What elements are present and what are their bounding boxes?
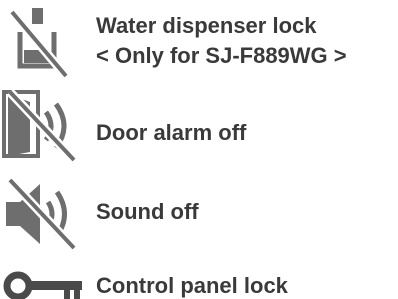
sound-off-icon xyxy=(6,176,78,252)
water-dispenser-lock-icon xyxy=(8,8,70,79)
door-alarm-off-label: Door alarm off xyxy=(96,120,247,145)
legend-item-control-panel-lock: Control panel lock xyxy=(0,262,398,299)
water-dispenser-lock-label: Water dispenser lock xyxy=(96,13,317,38)
legend-item-door-alarm-off: Door alarm off xyxy=(0,88,398,168)
legend-item-sound-off: Sound off xyxy=(0,176,398,256)
key-icon xyxy=(3,271,82,299)
legend-item-water-dispenser-lock: Water dispenser lock < Only for SJ-F889W… xyxy=(0,0,398,80)
sound-off-label: Sound off xyxy=(96,199,199,224)
door-alarm-off-icon xyxy=(2,88,78,164)
model-restriction-note: < Only for SJ-F889WG > xyxy=(96,43,347,68)
control-panel-lock-label: Control panel lock xyxy=(96,273,288,298)
